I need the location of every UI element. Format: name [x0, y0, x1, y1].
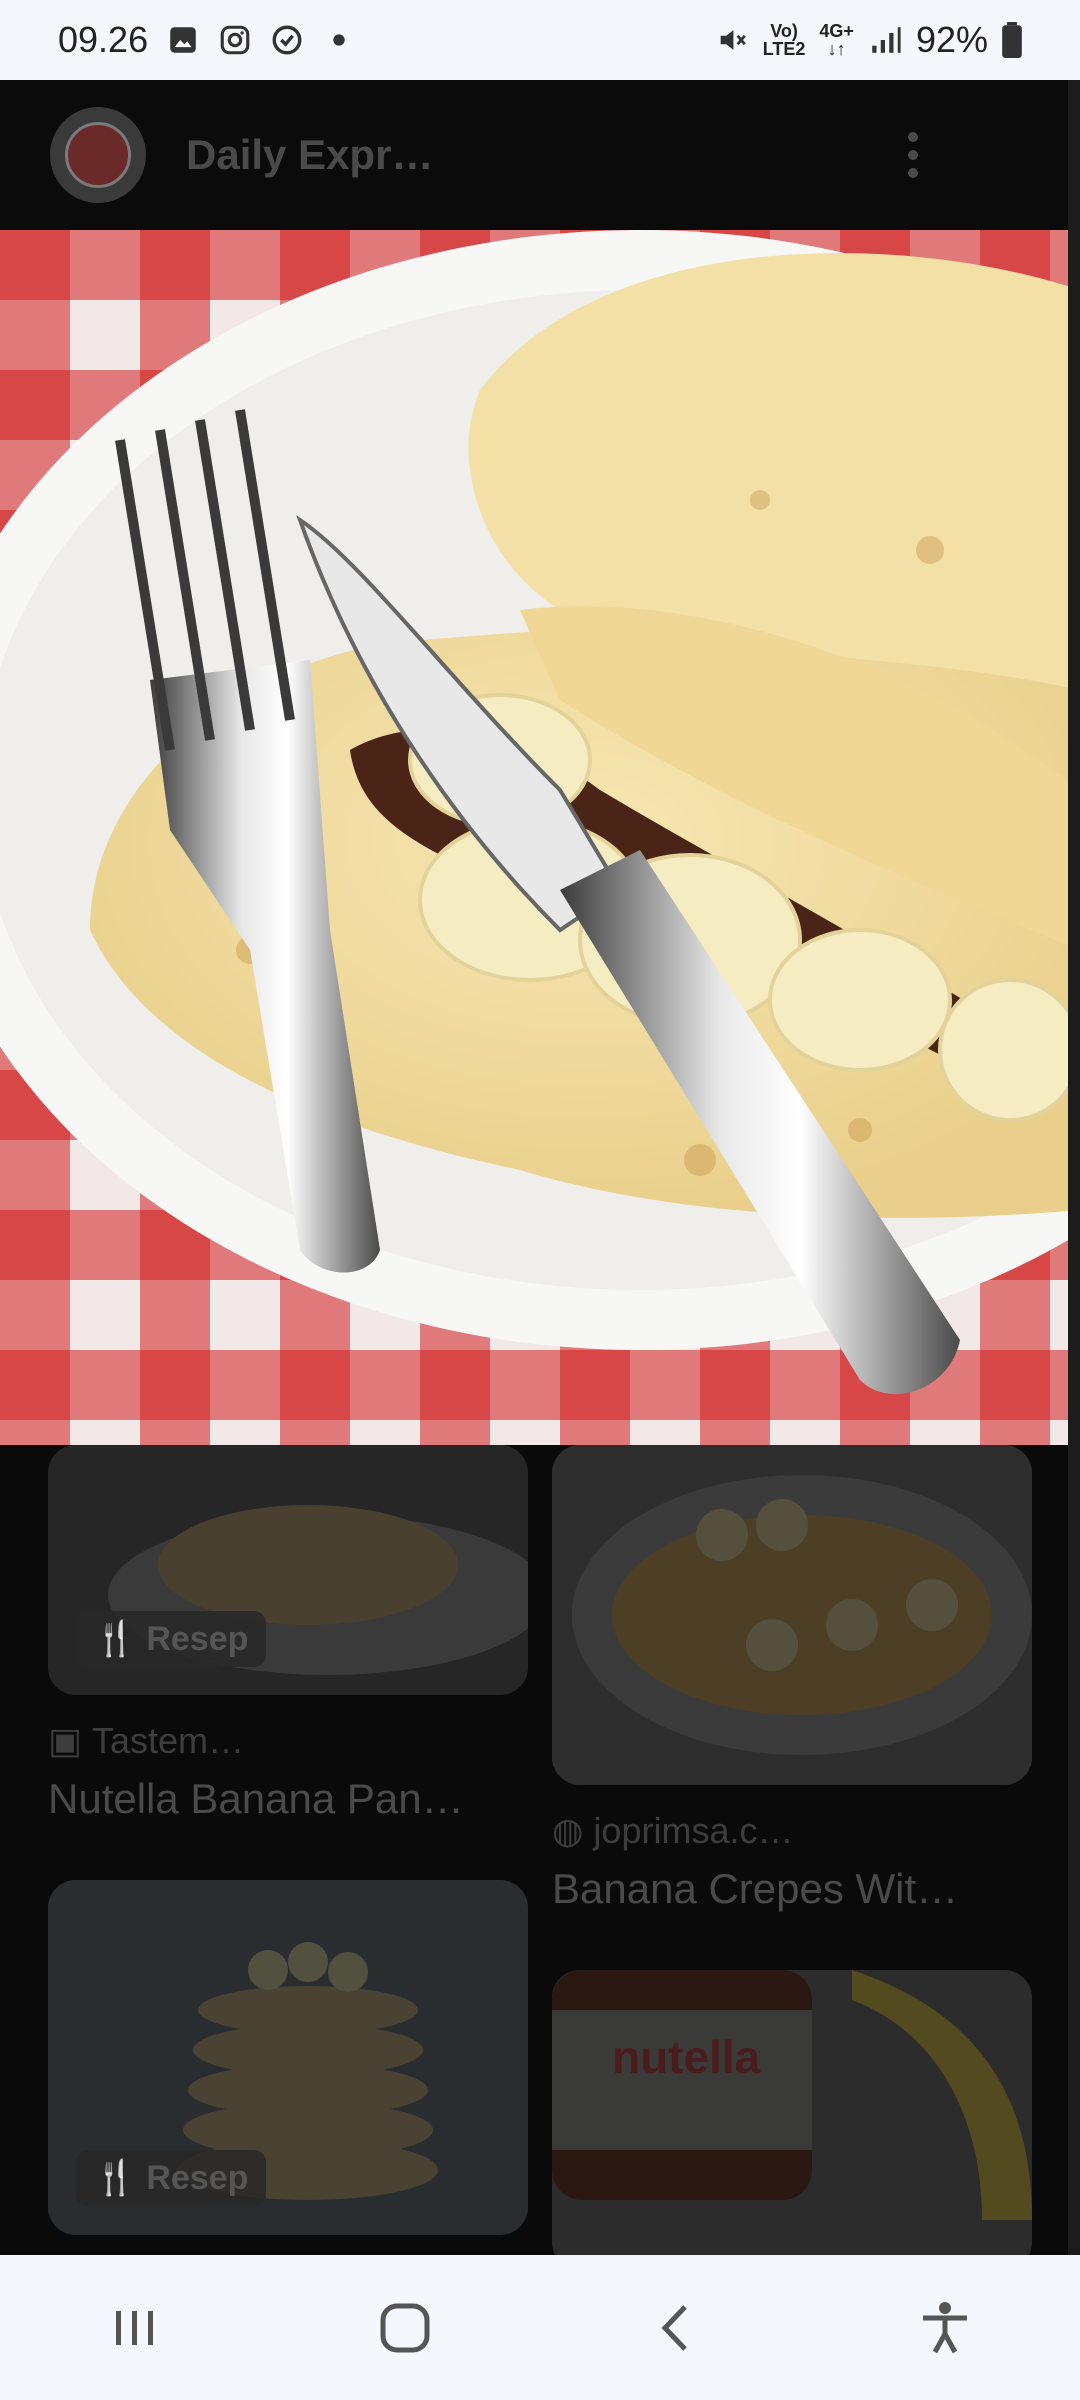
fork-knife-icon: 🍴 [94, 1620, 137, 1658]
chat-icon [272, 25, 302, 55]
battery-icon [1002, 22, 1022, 58]
more-vert-icon[interactable] [906, 130, 920, 180]
card-4-illustration [552, 1970, 1032, 2255]
fork-knife-icon: 🍴 [94, 2159, 137, 2197]
card-image-2[interactable] [552, 1445, 1032, 1785]
clock: 09.26 [58, 19, 149, 60]
source-name-1: Tastem… [92, 1720, 245, 1761]
app-bar: Daily Expr… [0, 80, 1080, 230]
home-button[interactable] [365, 2288, 445, 2368]
recents-button[interactable] [95, 2288, 175, 2368]
hero-image[interactable] [0, 230, 1080, 1445]
publisher-logo-icon [65, 122, 131, 188]
home-icon [380, 2303, 430, 2352]
instagram-icon [220, 25, 250, 55]
source-1: ▣ Tastem… [48, 1720, 244, 1762]
badge-label-3: Resep [146, 2158, 249, 2197]
data-type-label: 4G+ ↓↑ [819, 22, 854, 58]
publisher-avatar[interactable] [50, 107, 146, 203]
recents-icon [116, 2310, 153, 2345]
status-left: 09.26 [58, 19, 356, 61]
globe-icon: ◍ [552, 1810, 584, 1851]
related-grid: 🍴 Resep ▣ Tastem… Nutella Banana Pan… ◍ … [0, 1445, 1080, 2255]
mute-icon [720, 30, 746, 50]
hero-illustration [0, 230, 1080, 1445]
accessibility-button[interactable] [905, 2288, 985, 2368]
card-image-4[interactable]: nutella [552, 1970, 1032, 2255]
status-bar: 09.26 Vo) LTE2 4G+ ↓↑ 92% [0, 0, 1080, 80]
data-arrows: ↓↑ [827, 39, 846, 59]
navigation-bar [0, 2255, 1080, 2400]
network-bottom: LTE2 [762, 39, 806, 59]
data-type: 4G+ [819, 21, 854, 41]
back-button[interactable] [635, 2288, 715, 2368]
recipe-badge-1: 🍴 Resep [76, 1611, 267, 1667]
badge-label-1: Resep [146, 1619, 249, 1658]
card-2-illustration [552, 1445, 1032, 1785]
source-name-2: joprimsa.c… [593, 1810, 794, 1851]
back-icon [661, 2304, 687, 2351]
gallery-icon [170, 27, 196, 53]
source-logo-icon: ▣ [48, 1720, 83, 1761]
card-title-2[interactable]: Banana Crepes Wit… [552, 1865, 958, 1913]
app-title: Daily Expr… [186, 131, 434, 178]
network-top: Vo) [770, 21, 798, 41]
scroll-edge [1068, 80, 1080, 2255]
network-label: Vo) LTE2 [763, 22, 806, 58]
status-right: Vo) LTE2 4G+ ↓↑ 92% [715, 19, 1022, 61]
dot-icon [333, 34, 345, 46]
recipe-badge-3: 🍴 Resep [76, 2150, 267, 2206]
nutella-logo-text: nutella [612, 2031, 761, 2083]
signal-icon [872, 27, 901, 53]
battery-percent: 92% [915, 19, 988, 60]
card-title-1[interactable]: Nutella Banana Pan… [48, 1775, 464, 1823]
source-2: ◍ joprimsa.c… [552, 1810, 793, 1852]
accessibility-icon [923, 2301, 967, 2353]
